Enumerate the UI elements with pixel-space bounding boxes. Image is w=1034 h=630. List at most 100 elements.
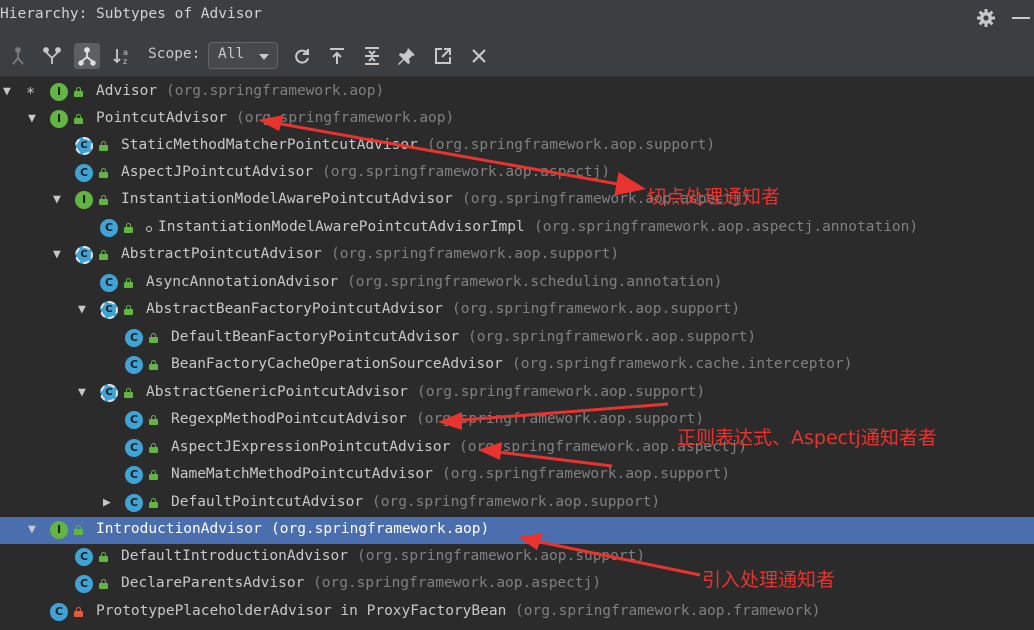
refresh-button[interactable] [289, 43, 315, 69]
minimize-icon[interactable] [1012, 17, 1030, 19]
interface-icon: I [50, 83, 68, 101]
package-name: (org.springframework.aop.framework) [515, 603, 821, 619]
tree-row[interactable]: C InstantiationModelAwarePointcutAdvisorI… [0, 215, 1034, 242]
tree-row[interactable]: C BeanFactoryCacheOperationSourceAdvisor (… [0, 352, 1034, 379]
tree-row[interactable]: ▼ I IntroductionAdvisor (org.springframewor… [0, 517, 1034, 544]
class-name: Advisor [96, 83, 158, 99]
final-modifier-icon [146, 226, 152, 232]
class-name: RegexpMethodPointcutAdvisor [171, 411, 407, 427]
tree-row[interactable]: ▶ C DefaultPointcutAdvisor (org.springframe… [0, 490, 1034, 517]
package-name: (org.springframework.cache.interceptor) [512, 356, 853, 372]
tree-row[interactable]: C RegexpMethodPointcutAdvisor (org.springf… [0, 407, 1034, 434]
package-name: (org.springframework.aop.support) [427, 137, 716, 153]
window-title: Hierarchy: Subtypes of Advisor [0, 6, 262, 22]
expand-arrow-icon[interactable]: ▼ [78, 303, 86, 317]
tree-row[interactable]: C NameMatchMethodPointcutAdvisor (org.spri… [0, 462, 1034, 489]
svg-text:z: z [123, 57, 127, 66]
tree-row[interactable]: ▼ C AbstractGenericPointcutAdvisor (org.spr… [0, 380, 1034, 407]
class-icon: C [100, 274, 118, 292]
class-name: PointcutAdvisor [96, 110, 227, 126]
hierarchy-tree: ▼ * I Advisor (org.springframework.aop) ▼ I Poi… [0, 77, 1034, 630]
expand-arrow-icon[interactable]: ▼ [28, 523, 36, 537]
tree-row[interactable]: ▼ I PointcutAdvisor (org.springframework.ao… [0, 106, 1034, 133]
package-name: (org.springframework.aop) [271, 521, 490, 537]
collapse-arrow-icon[interactable]: ▶ [103, 496, 111, 510]
interface-icon: I [75, 191, 93, 209]
export-icon [435, 48, 451, 64]
class-name: AspectJPointcutAdvisor [121, 164, 314, 180]
expand-button[interactable] [324, 43, 350, 69]
package-name: (org.springframework.aop.support) [357, 548, 646, 564]
public-lock-icon [124, 388, 133, 398]
export-button[interactable] [430, 43, 456, 69]
abstract-class-icon: C [73, 137, 93, 155]
expand-arrow-icon[interactable]: ▼ [28, 112, 36, 126]
tree-row[interactable]: C DeclareParentsAdvisor (org.springframewo… [0, 571, 1034, 598]
class-hierarchy-button[interactable] [74, 43, 100, 69]
class-name: DefaultBeanFactoryPointcutAdvisor [171, 329, 460, 345]
class-icon: C [125, 439, 143, 457]
expand-arrow-icon[interactable]: ▼ [53, 193, 61, 207]
sort-alphabetically-button[interactable]: a z [109, 43, 135, 69]
class-icon: C [100, 219, 118, 237]
expand-arrow-icon[interactable]: ▼ [78, 386, 86, 400]
pin-button[interactable] [394, 43, 420, 69]
tree-row[interactable]: ▼ I InstantiationModelAwarePointcutAdvisor… [0, 187, 1034, 214]
class-icon: C [50, 603, 68, 621]
class-name: BeanFactoryCacheOperationSourceAdvisor [171, 356, 503, 372]
interface-icon: I [50, 521, 68, 539]
title-bar: Hierarchy: Subtypes of Advisor [0, 0, 1034, 34]
subtypes-hierarchy-button[interactable] [39, 43, 65, 69]
package-name: (org.springframework.aop.support) [372, 494, 661, 510]
tree-row[interactable]: C AspectJPointcutAdvisor (org.springframew… [0, 160, 1034, 187]
class-name: IntroductionAdvisor [96, 521, 262, 537]
tree-row[interactable]: C PrototypePlaceholderAdvisor in ProxyFac… [0, 599, 1034, 626]
interface-icon: I [50, 110, 68, 128]
expand-arrow-icon[interactable]: ▼ [3, 85, 11, 99]
class-icon: C [75, 164, 93, 182]
sort-alpha-icon: a z [113, 48, 128, 66]
close-icon [472, 49, 486, 63]
public-lock-icon [99, 250, 108, 260]
collapse-all-button[interactable] [359, 43, 385, 69]
public-lock-icon [149, 470, 158, 480]
tree-row[interactable]: C DefaultBeanFactoryPointcutAdvisor (org.s… [0, 325, 1034, 352]
expand-arrow-icon[interactable]: ▼ [53, 248, 61, 262]
pin-icon [398, 48, 415, 65]
tree-row[interactable]: ▼ C AbstractPointcutAdvisor (org.springfram… [0, 242, 1034, 269]
gear-icon[interactable] [976, 8, 996, 28]
tree-row[interactable]: C StaticMethodMatcherPointcutAdvisor (org.… [0, 133, 1034, 160]
public-lock-icon [74, 87, 83, 97]
scope-dropdown[interactable]: All [208, 42, 278, 69]
private-lock-icon [74, 607, 83, 617]
collapse-all-icon [365, 47, 379, 65]
public-lock-icon [124, 278, 133, 288]
class-name: InstantiationModelAwarePointcutAdvisorIm… [158, 219, 525, 235]
tree-row[interactable]: C AspectJExpressionPointcutAdvisor (org.sp… [0, 435, 1034, 462]
tree-row[interactable]: ▼ * I Advisor (org.springframework.aop) [0, 79, 1034, 106]
tree-row[interactable]: C AsyncAnnotationAdvisor (org.springframew… [0, 270, 1034, 297]
class-name: InstantiationModelAwarePointcutAdvisor [121, 191, 453, 207]
class-name: DeclareParentsAdvisor [121, 575, 305, 591]
chevron-down-icon [259, 54, 269, 60]
package-name: (org.springframework.scheduling.annotati… [347, 274, 723, 290]
public-lock-icon [149, 415, 158, 425]
class-name: PrototypePlaceholderAdvisor in ProxyFact… [96, 603, 507, 619]
class-name: AbstractBeanFactoryPointcutAdvisor [146, 301, 443, 317]
tree-row[interactable]: C DefaultIntroductionAdvisor (org.springfr… [0, 544, 1034, 571]
class-icon: C [125, 411, 143, 429]
package-name: (org.springframework.aop.aspectj) [459, 439, 748, 455]
package-name: (org.springframework.aop.support) [417, 384, 706, 400]
public-lock-icon [99, 141, 108, 151]
svg-text:a: a [123, 48, 128, 57]
class-icon: C [125, 329, 143, 347]
refresh-icon [295, 49, 309, 64]
public-lock-icon [149, 333, 158, 343]
package-name: (org.springframework.aop.support) [331, 246, 620, 262]
class-icon: C [125, 466, 143, 484]
close-button[interactable] [466, 43, 492, 69]
class-name: AsyncAnnotationAdvisor [146, 274, 339, 290]
supertypes-hierarchy-button[interactable] [5, 43, 31, 69]
class-name: NameMatchMethodPointcutAdvisor [171, 466, 433, 482]
tree-row[interactable]: ▼ C AbstractBeanFactoryPointcutAdvisor (org… [0, 297, 1034, 324]
